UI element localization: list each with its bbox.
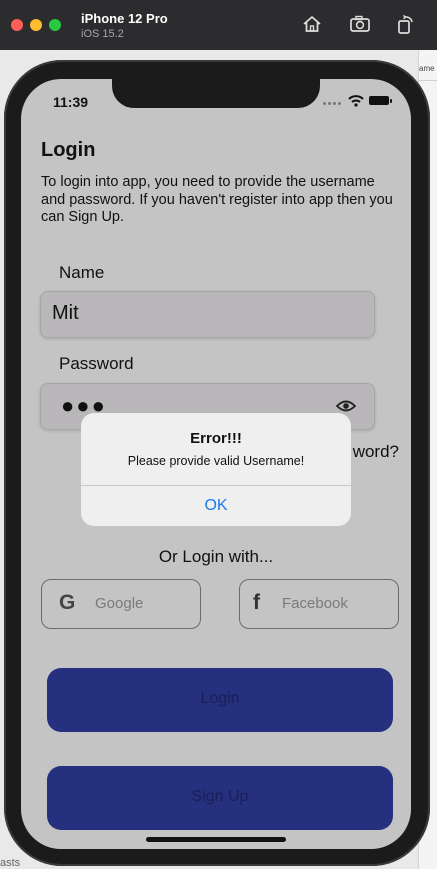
zoom-window-button[interactable]	[49, 19, 61, 31]
sign-up-button-label: Sign Up	[191, 788, 249, 805]
login-button-label: Login	[200, 690, 240, 707]
wifi-icon	[348, 95, 364, 107]
name-label: Name	[59, 263, 105, 282]
home-icon[interactable]	[301, 13, 323, 35]
page-title: Login	[41, 139, 96, 161]
rotate-icon[interactable]	[395, 13, 417, 35]
background-tab: ame	[419, 64, 437, 81]
device-name: iPhone 12 Pro	[81, 11, 168, 26]
sign-up-button[interactable]: Sign Up	[47, 766, 393, 830]
error-alert: Error!!! Please provide valid Username! …	[81, 413, 351, 526]
app-screen: 11:39 Login To login into app, you need …	[21, 79, 411, 849]
battery-icon	[369, 96, 392, 105]
name-field-value: Mit	[52, 302, 79, 324]
alert-message: Please provide valid Username!	[127, 454, 305, 468]
google-label: Google	[95, 595, 144, 612]
signal-dot	[338, 102, 341, 105]
eye-icon[interactable]	[336, 399, 356, 413]
facebook-label: Facebook	[282, 595, 348, 612]
forgot-password-link[interactable]: word?	[353, 442, 399, 462]
password-label: Password	[59, 354, 134, 373]
background-bottom-text: asts	[0, 857, 21, 869]
intro-text: To login into app, you need to provide t…	[41, 174, 393, 225]
home-indicator	[146, 837, 286, 842]
notch	[112, 79, 320, 108]
alert-title: Error!!!	[190, 430, 242, 447]
minimize-window-button[interactable]	[30, 19, 42, 31]
login-button[interactable]: Login	[47, 668, 393, 732]
simulator-title-bar: iPhone 12 Pro iOS 15.2	[0, 0, 437, 50]
screenshot-icon[interactable]	[349, 13, 371, 35]
status-time: 11:39	[53, 94, 89, 110]
signal-dot	[328, 102, 331, 105]
facebook-login-button[interactable]: f Facebook	[239, 579, 399, 629]
status-indicators	[323, 94, 393, 108]
close-window-button[interactable]	[11, 19, 23, 31]
or-login-with-label: Or Login with...	[158, 547, 274, 566]
google-login-button[interactable]: G Google	[41, 579, 201, 629]
facebook-icon: f	[253, 591, 260, 614]
signal-dot	[323, 102, 326, 105]
os-version: iOS 15.2	[81, 28, 124, 40]
signal-dot	[333, 102, 336, 105]
google-icon: G	[59, 591, 76, 614]
alert-ok-button[interactable]: OK	[81, 485, 351, 526]
name-field[interactable]: Mit	[40, 291, 375, 338]
